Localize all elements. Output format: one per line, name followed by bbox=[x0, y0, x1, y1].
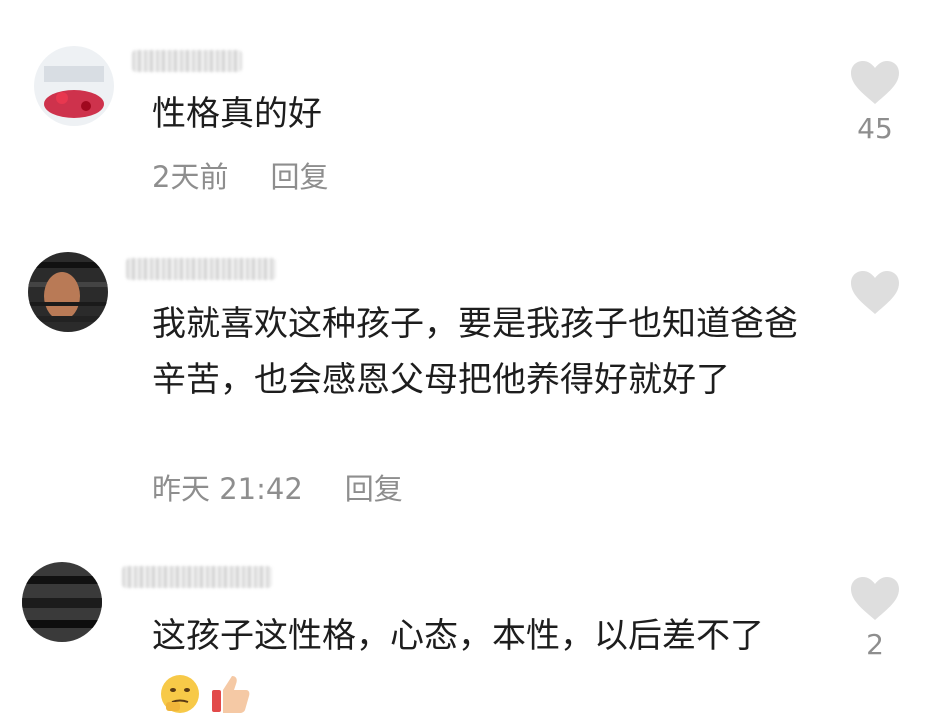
reply-button[interactable]: 回复 bbox=[345, 466, 403, 508]
comment-text: 这孩子这性格，心态，本性，以后差不了 bbox=[152, 608, 802, 720]
avatar[interactable] bbox=[22, 562, 102, 642]
thinking-face-icon bbox=[158, 672, 202, 716]
comment-meta: 2天前 回复 bbox=[152, 154, 328, 196]
username[interactable] bbox=[122, 566, 272, 588]
comment-meta: 昨天 21:42 回复 bbox=[152, 466, 403, 508]
comment-text: 性格真的好 bbox=[152, 94, 322, 134]
heart-icon[interactable] bbox=[849, 60, 901, 106]
reply-button[interactable]: 回复 bbox=[270, 154, 328, 196]
comment-text-body: 这孩子这性格，心态，本性，以后差不了 bbox=[152, 616, 764, 656]
like-button[interactable]: 2 bbox=[842, 576, 908, 661]
like-count: 2 bbox=[866, 628, 884, 661]
like-button[interactable]: 45 bbox=[842, 60, 908, 145]
comment-time: 2天前 bbox=[152, 160, 229, 194]
comment-text: 我就喜欢这种孩子，要是我孩子也知道爸爸辛苦，也会感恩父母把他养得好就好了 bbox=[152, 304, 798, 400]
avatar[interactable] bbox=[34, 46, 114, 126]
thumbs-up-icon bbox=[208, 672, 252, 716]
avatar[interactable] bbox=[28, 252, 108, 332]
heart-icon[interactable] bbox=[849, 270, 901, 316]
like-button[interactable] bbox=[842, 270, 908, 322]
like-count: 45 bbox=[857, 112, 893, 145]
username[interactable] bbox=[126, 258, 276, 280]
username[interactable] bbox=[132, 50, 242, 72]
heart-icon[interactable] bbox=[849, 576, 901, 622]
comment-time: 昨天 21:42 bbox=[152, 472, 303, 506]
